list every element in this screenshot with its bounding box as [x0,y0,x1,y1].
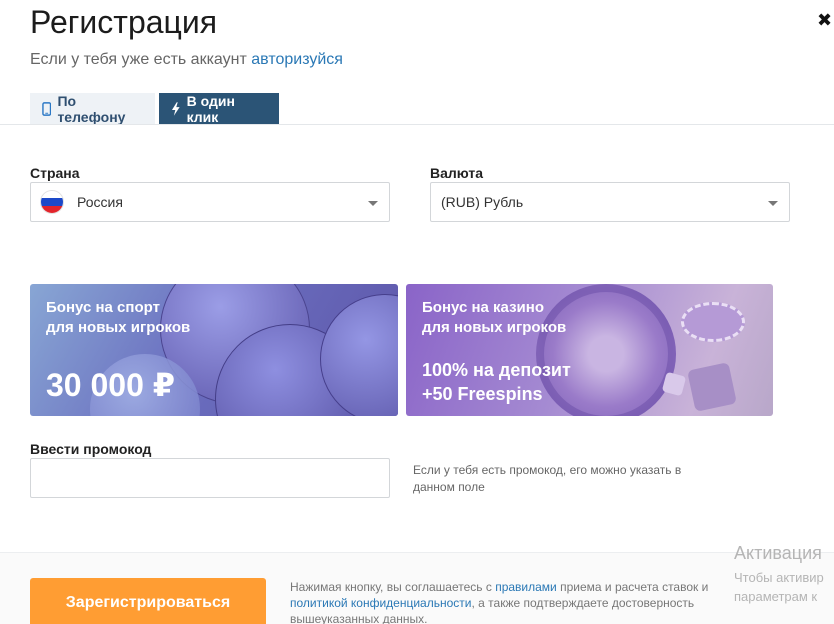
sport-bonus-title: Бонус на спорт для новых игроков [46,298,190,338]
privacy-link[interactable]: политикой конфиденциальности [290,596,471,610]
tab-by-phone-label: По телефону [57,92,126,125]
tab-one-click[interactable]: В один клик [159,92,279,125]
phone-icon [42,101,52,116]
country-select[interactable]: Россия [30,182,390,222]
sport-bonus-banner[interactable]: Бонус на спорт для новых игроков 30 000 … [30,284,398,416]
casino-bonus-banner[interactable]: Бонус на казино для новых игроков 100% н… [406,284,773,416]
currency-label: Валюта [430,165,484,181]
login-prompt: Если у тебя уже есть аккаунт авторизуйся [30,51,343,69]
sport-bonus-amount: 30 000 ₽ [46,367,176,403]
chevron-down-icon [768,201,778,206]
country-label: Страна [30,165,80,181]
promo-label: Ввести промокод [30,441,152,457]
casino-bonus-title: Бонус на казино для новых игроков [422,298,566,338]
watermark-line1: Активация [734,543,822,563]
terms-middle: приема и расчета ставок и [560,580,709,594]
watermark-line3: параметрам к [734,589,818,604]
login-prompt-text: Если у тебя уже есть аккаунт [30,51,247,68]
country-value: Россия [77,194,123,210]
page-title: Регистрация [30,4,218,40]
chevron-down-icon [368,201,378,206]
currency-select[interactable]: (RUB) Рубль [430,182,790,222]
close-icon[interactable]: ✖ [817,10,832,31]
promo-hint: Если у тебя есть промокод, его можно ука… [413,463,682,494]
login-link[interactable]: авторизуйся [251,51,343,68]
lightning-icon [171,101,180,116]
russia-flag-icon [40,190,64,214]
casino-bonus-offer-line2: +50 Freespins [422,384,543,404]
dice-image [687,362,737,412]
register-button[interactable]: Зарегистрироваться [30,578,266,624]
rules-link[interactable]: правилами [495,580,557,594]
registration-tabs: По телефону В один клик [30,92,279,125]
casino-bonus-offer-line1: 100% на депозит [422,360,571,380]
sport-bonus-title-line1: Бонус на спорт [46,299,160,316]
dice-image [661,371,687,397]
casino-bonus-title-line2: для новых игроков [422,319,567,336]
terms-prefix: Нажимая кнопку, вы соглашаетесь с [290,580,492,594]
casino-bonus-title-line1: Бонус на казино [422,299,544,316]
tabs-divider [0,124,834,125]
tab-one-click-label: В один клик [186,92,235,125]
tab-by-phone[interactable]: По телефону [30,92,155,125]
casino-bonus-offer: 100% на депозит +50 Freespins [422,358,571,406]
terms-text: Нажимая кнопку, вы соглашаетесь с правил… [290,579,730,624]
currency-value: (RUB) Рубль [441,194,524,210]
windows-activation-watermark: Активация Чтобы активир параметрам к [734,543,824,606]
promo-input[interactable] [30,458,390,498]
casino-chip-image [681,302,745,342]
watermark-body: Чтобы активир параметрам к [734,568,824,606]
sport-bonus-title-line2: для новых игроков [46,319,191,336]
watermark-line2: Чтобы активир [734,570,824,585]
